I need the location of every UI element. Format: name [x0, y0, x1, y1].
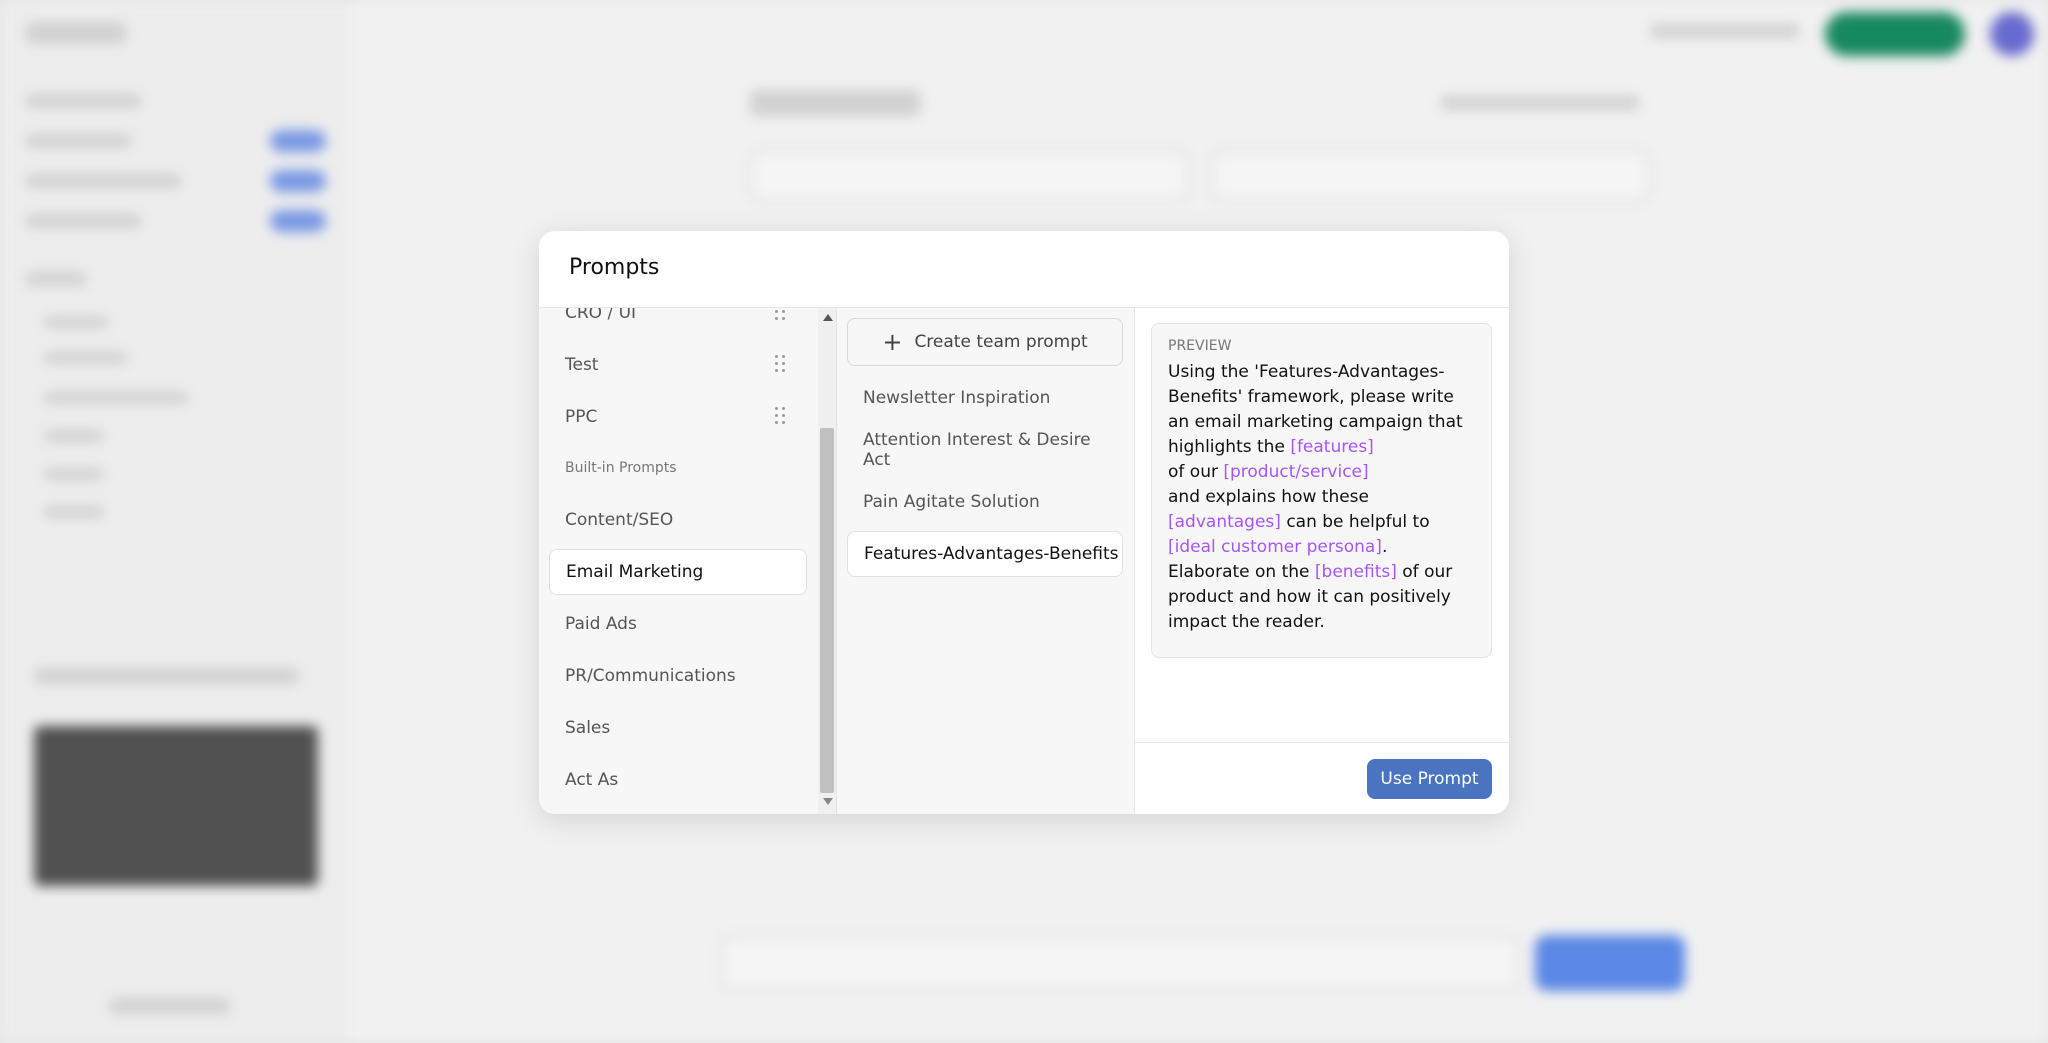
preview-text-segment: of our	[1168, 462, 1224, 482]
drag-handle-icon[interactable]	[775, 355, 787, 375]
preview-label: PREVIEW	[1168, 338, 1232, 354]
prompts-modal: Prompts CRO / UI Test PPC Built-in Promp…	[539, 231, 1509, 814]
drag-handle-icon[interactable]	[775, 308, 787, 323]
prompt-item-newsletter-inspiration[interactable]: Newsletter Inspiration	[847, 375, 1123, 421]
create-team-prompt-label: Create team prompt	[914, 332, 1088, 352]
category-label: PPC	[565, 407, 598, 427]
category-label: Email Marketing	[566, 562, 704, 582]
category-item-content-seo[interactable]: Content/SEO	[549, 497, 807, 543]
category-label: Act As	[565, 770, 619, 790]
prompt-item-features-advantages-benefits[interactable]: Features-Advantages-Benefits	[847, 531, 1123, 577]
preview-text: Using the 'Features-Advantages-Benefits'…	[1168, 360, 1475, 635]
category-item-test[interactable]: Test	[549, 342, 807, 388]
category-label: Test	[565, 355, 599, 375]
category-item-email-marketing[interactable]: Email Marketing	[549, 549, 807, 595]
prompt-label: Attention Interest & Desire Act	[863, 430, 1091, 470]
prompt-label: Features-Advantages-Benefits	[864, 544, 1119, 564]
prompt-preview-panel: PREVIEW Using the 'Features-Advantages-B…	[1135, 308, 1509, 814]
category-item-sales[interactable]: Sales	[549, 705, 807, 751]
variable-features: [features]	[1290, 437, 1374, 457]
preview-footer: Use Prompt	[1135, 742, 1509, 814]
use-prompt-button[interactable]: Use Prompt	[1367, 759, 1492, 799]
category-label: PR/Communications	[565, 666, 736, 686]
category-item-paid-ads[interactable]: Paid Ads	[549, 601, 807, 647]
variable-benefits: [benefits]	[1314, 562, 1397, 582]
builtin-prompts-heading: Built-in Prompts	[565, 460, 677, 476]
category-label: Sales	[565, 718, 611, 738]
plus-icon: +	[882, 328, 903, 356]
scrollbar-thumb[interactable]	[820, 428, 834, 793]
category-label: Content/SEO	[565, 510, 674, 530]
variable-advantages: [advantages]	[1168, 512, 1281, 532]
category-label: Paid Ads	[565, 614, 637, 634]
category-item-act-as[interactable]: Act As	[549, 757, 807, 803]
variable-ideal-customer-persona: [ideal customer persona]	[1168, 537, 1382, 557]
variable-product-service: [product/service]	[1223, 462, 1369, 482]
preview-text-segment: can be helpful to	[1280, 512, 1430, 532]
category-label: CRO / UI	[565, 308, 637, 323]
scroll-up-arrow-icon[interactable]	[823, 314, 833, 321]
preview-box: PREVIEW Using the 'Features-Advantages-B…	[1151, 323, 1492, 658]
preview-text-segment: and explains how these	[1168, 487, 1369, 507]
prompt-label: Newsletter Inspiration	[863, 388, 1051, 408]
category-item-cro-ui[interactable]: CRO / UI	[549, 308, 807, 336]
category-item-ppc[interactable]: PPC	[549, 394, 807, 440]
create-team-prompt-button[interactable]: + Create team prompt	[847, 318, 1123, 366]
scroll-down-arrow-icon[interactable]	[823, 798, 833, 805]
category-scrollbar[interactable]	[818, 308, 836, 814]
prompt-label: Pain Agitate Solution	[863, 492, 1040, 512]
modal-title: Prompts	[569, 255, 660, 280]
drag-handle-icon[interactable]	[775, 407, 787, 427]
preview-text-segment: .	[1381, 537, 1388, 557]
modal-header: Prompts	[539, 231, 1509, 308]
category-item-pr-communications[interactable]: PR/Communications	[549, 653, 807, 699]
prompt-list: + Create team prompt Newsletter Inspirat…	[837, 308, 1135, 814]
category-list: CRO / UI Test PPC Built-in Prompts Conte…	[539, 308, 837, 814]
prompt-item-attention-interest-desire-act[interactable]: Attention Interest & Desire Act	[847, 427, 1123, 473]
prompt-item-pain-agitate-solution[interactable]: Pain Agitate Solution	[847, 479, 1123, 525]
preview-text-segment: Elaborate on the	[1168, 562, 1315, 582]
